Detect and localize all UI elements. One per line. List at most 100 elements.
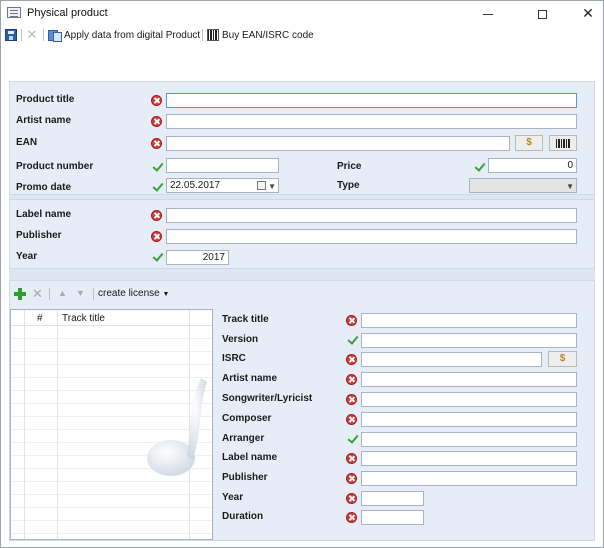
artist-name-label: Artist name <box>16 115 72 126</box>
column-track-title[interactable]: Track title <box>62 313 105 324</box>
product-title-input[interactable] <box>166 93 577 108</box>
track-publisher-input[interactable] <box>361 471 577 486</box>
product-group: Product title Artist name EAN $ Product … <box>9 81 595 195</box>
error-icon <box>346 354 357 365</box>
toolbar-separator <box>49 288 50 300</box>
product-number-label: Product number <box>16 161 94 172</box>
chevron-down-icon[interactable]: ▼ <box>268 180 276 193</box>
type-label: Type <box>337 180 360 191</box>
toolbar-separator <box>93 288 94 300</box>
track-list-header: # Track title <box>11 310 212 326</box>
delete-button[interactable]: ✕ <box>26 27 38 43</box>
label-group: Label name Publisher Year 2017 <box>9 199 595 269</box>
check-icon <box>152 251 162 262</box>
close-icon: ✕ <box>582 5 594 21</box>
duration-input[interactable] <box>361 510 424 525</box>
publisher-label: Publisher <box>16 230 62 241</box>
barcode-icon <box>207 29 219 41</box>
publisher-input[interactable] <box>166 229 577 244</box>
isrc-label: ISRC <box>222 353 246 364</box>
product-number-input[interactable] <box>166 158 279 173</box>
check-icon <box>474 161 484 172</box>
track-label-name-label: Label name <box>222 452 278 463</box>
save-icon <box>5 29 17 41</box>
window-title: Physical product <box>27 7 108 19</box>
track-label-name-input[interactable] <box>361 451 577 466</box>
check-icon <box>152 181 162 192</box>
buy-ean-isrc-button[interactable]: Buy EAN/ISRC code <box>207 27 314 43</box>
error-icon <box>346 493 357 504</box>
product-title-label: Product title <box>16 94 75 105</box>
chevron-down-icon: ▼ <box>162 291 170 298</box>
artist-name-input[interactable] <box>166 114 577 129</box>
window-app-icon <box>7 7 21 18</box>
track-artist-name-label: Artist name <box>222 373 278 384</box>
column-number[interactable]: # <box>37 313 43 324</box>
add-track-icon[interactable] <box>14 288 26 300</box>
track-publisher-label: Publisher <box>222 472 268 483</box>
music-note-icon <box>147 378 207 476</box>
ean-barcode-button[interactable] <box>549 135 577 151</box>
copy-document-icon <box>48 29 62 42</box>
promo-date-picker[interactable]: 22.05.2017 ▼ <box>166 178 279 193</box>
toolbar-separator <box>43 29 44 41</box>
track-artist-name-input[interactable] <box>361 372 577 387</box>
error-icon <box>346 414 357 425</box>
physical-product-window: Physical product ✕ ✕ Apply data from dig… <box>0 0 604 548</box>
isrc-buy-button[interactable]: $ <box>548 351 577 367</box>
error-icon <box>346 512 357 523</box>
tracks-panel: ✕ ▲ ▼ create license ▼ # Track title Tra… <box>9 280 595 541</box>
move-up-icon[interactable]: ▲ <box>58 287 67 300</box>
error-icon <box>151 210 162 221</box>
arranger-label: Arranger <box>222 433 265 444</box>
error-icon <box>346 473 357 484</box>
delete-icon: ✕ <box>26 27 38 42</box>
create-license-label: create license <box>98 288 160 299</box>
track-title-label: Track title <box>222 314 269 325</box>
save-button[interactable] <box>5 27 17 43</box>
buy-ean-isrc-label: Buy EAN/ISRC code <box>222 29 314 41</box>
create-license-dropdown[interactable]: create license ▼ <box>98 288 169 299</box>
year-label: Year <box>16 251 38 262</box>
error-icon <box>151 231 162 242</box>
composer-input[interactable] <box>361 412 577 427</box>
year-input[interactable]: 2017 <box>166 250 229 265</box>
ean-buy-button[interactable]: $ <box>515 135 543 151</box>
label-name-input[interactable] <box>166 208 577 223</box>
version-input[interactable] <box>361 333 577 348</box>
apply-digital-data-label: Apply data from digital Product <box>64 29 201 41</box>
track-title-input[interactable] <box>361 313 577 328</box>
chevron-down-icon[interactable]: ▼ <box>566 180 574 193</box>
track-year-input[interactable] <box>361 491 424 506</box>
apply-digital-data-button[interactable]: Apply data from digital Product <box>48 27 200 43</box>
track-list[interactable]: # Track title <box>10 309 213 540</box>
move-down-icon[interactable]: ▼ <box>76 287 85 300</box>
label-name-label: Label name <box>16 209 72 220</box>
minimize-icon <box>483 13 493 15</box>
close-button[interactable]: ✕ <box>565 1 604 25</box>
remove-track-icon[interactable]: ✕ <box>32 287 43 300</box>
error-icon <box>151 116 162 127</box>
track-list-column-divider <box>25 310 58 539</box>
title-bar: Physical product ✕ <box>1 1 603 25</box>
songwriter-label: Songwriter/Lyricist <box>222 393 313 404</box>
ean-input[interactable] <box>166 136 510 151</box>
check-icon <box>152 161 162 172</box>
price-input[interactable]: 0 <box>488 158 577 173</box>
track-year-label: Year <box>222 492 244 503</box>
type-select[interactable]: ▼ <box>469 178 577 193</box>
arranger-input[interactable] <box>361 432 577 447</box>
duration-label: Duration <box>222 511 264 522</box>
calendar-icon[interactable] <box>257 181 266 190</box>
isrc-input[interactable] <box>361 352 542 367</box>
version-label: Version <box>222 334 259 345</box>
songwriter-input[interactable] <box>361 392 577 407</box>
tracks-toolbar: ✕ ▲ ▼ create license ▼ <box>12 287 212 301</box>
track-list-column-divider <box>11 310 25 539</box>
minimize-button[interactable] <box>465 1 511 25</box>
check-icon <box>347 433 357 444</box>
maximize-button[interactable] <box>519 1 565 25</box>
composer-label: Composer <box>222 413 272 424</box>
toolbar-separator <box>202 29 203 41</box>
ean-label: EAN <box>16 137 38 148</box>
